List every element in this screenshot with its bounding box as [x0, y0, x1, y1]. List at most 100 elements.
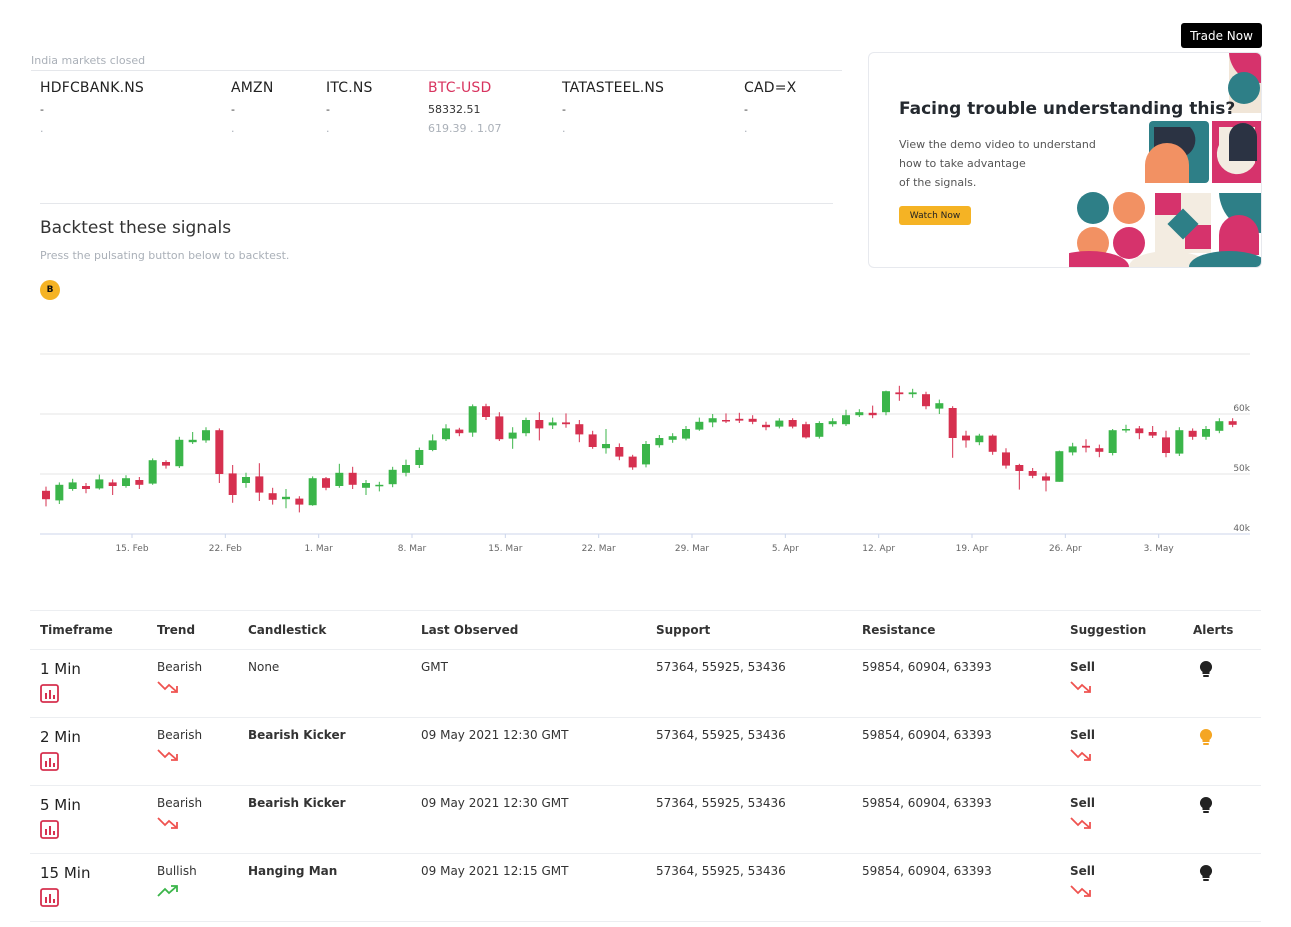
- candle-body: [1135, 428, 1144, 434]
- ticker-tatasteel[interactable]: TATASTEEL.NS - .: [562, 80, 664, 135]
- candle-body: [162, 462, 170, 466]
- alert-bulb-icon[interactable]: [1199, 864, 1213, 882]
- cell-alerts: [1183, 785, 1261, 854]
- resistance-label: 59854, 60904, 63393: [862, 660, 992, 674]
- candle-body: [668, 436, 677, 440]
- cell-alerts: [1183, 649, 1261, 718]
- cell-suggestion: Sell: [1060, 785, 1183, 854]
- ticker-cad[interactable]: CAD=X - .: [744, 80, 796, 135]
- table-header-row: Timeframe Trend Candlestick Last Observe…: [30, 610, 1261, 650]
- candle-body: [268, 493, 277, 500]
- ticker-change: 619.39 . 1.07: [428, 122, 502, 135]
- candlestick-chart[interactable]: 40k 50k 60k 15. Feb 22. Feb 1. Mar 8. Mar 15. M…: [0, 340, 1291, 565]
- chart-icon[interactable]: [40, 888, 59, 907]
- candle-body: [1188, 430, 1197, 437]
- trend-label: Bearish: [157, 796, 203, 810]
- chart-icon[interactable]: [40, 820, 59, 839]
- candle-body: [1015, 465, 1024, 471]
- candle-body: [1228, 421, 1237, 425]
- cell-alerts: [1183, 717, 1261, 786]
- candle-body: [428, 440, 437, 450]
- backtest-title: Backtest these signals: [40, 218, 232, 238]
- candle-body: [868, 412, 877, 416]
- cell-resistance: 59854, 60904, 63393: [852, 785, 1060, 854]
- candle-body: [1175, 430, 1184, 454]
- x-tick-label: 15. Mar: [488, 544, 522, 554]
- ticker-symbol[interactable]: ITC.NS: [326, 80, 373, 96]
- candle-body: [922, 394, 930, 407]
- y-tick-label: 40k: [1233, 524, 1250, 534]
- x-tick-label: 8. Mar: [398, 544, 427, 554]
- candle-body: [695, 421, 704, 430]
- alert-bulb-icon[interactable]: [1199, 728, 1213, 746]
- cell-suggestion: Sell: [1060, 853, 1183, 922]
- candle-body: [802, 424, 810, 438]
- cell-resistance: 59854, 60904, 63393: [852, 649, 1060, 718]
- signals-table: Timeframe Trend Candlestick Last Observe…: [30, 610, 1261, 922]
- candle-body: [655, 438, 664, 446]
- resistance-label: 59854, 60904, 63393: [862, 728, 992, 742]
- candle-body: [748, 418, 757, 422]
- watch-now-button[interactable]: Watch Now: [899, 206, 971, 225]
- chart-icon[interactable]: [40, 752, 59, 771]
- candle-body: [188, 439, 197, 443]
- resistance-label: 59854, 60904, 63393: [862, 796, 992, 810]
- ticker-change: .: [562, 122, 566, 135]
- trend-down-icon: [1070, 885, 1091, 897]
- candle-body: [335, 472, 344, 486]
- candle-body: [295, 498, 304, 505]
- candle-body: [122, 478, 130, 486]
- trade-now-button[interactable]: Trade Now: [1181, 23, 1262, 48]
- candle-body: [842, 415, 850, 425]
- candle-body: [82, 486, 90, 489]
- ticker-itc[interactable]: ITC.NS - .: [326, 80, 373, 135]
- candle-body: [1082, 445, 1090, 448]
- cell-candlestick: Bearish Kicker: [238, 785, 411, 854]
- cell-last-observed: 09 May 2021 12:30 GMT: [411, 785, 646, 854]
- candle-body: [642, 444, 650, 465]
- timeframe-label: 2 Min: [40, 728, 81, 746]
- timeframe-label: 15 Min: [40, 864, 91, 882]
- ticker-symbol[interactable]: CAD=X: [744, 80, 796, 96]
- support-label: 57364, 55925, 53436: [656, 864, 786, 878]
- candle-body: [202, 430, 210, 441]
- backtest-button[interactable]: B: [40, 280, 60, 300]
- candle-body: [522, 420, 530, 434]
- ticker-price: -: [562, 103, 566, 116]
- candle-body: [108, 482, 117, 486]
- y-tick-label: 50k: [1233, 464, 1250, 474]
- cell-resistance: 59854, 60904, 63393: [852, 717, 1060, 786]
- alert-bulb-icon[interactable]: [1199, 660, 1213, 678]
- chart-icon[interactable]: [40, 684, 59, 703]
- col-resistance: Resistance: [852, 610, 1060, 650]
- x-tick-label: 1. Mar: [304, 544, 333, 554]
- y-tick-label: 60k: [1233, 404, 1250, 414]
- trend-down-icon: [1070, 681, 1091, 693]
- ticker-price: -: [744, 103, 748, 116]
- x-tick-label: 29. Mar: [675, 544, 709, 554]
- ticker-symbol[interactable]: AMZN: [231, 80, 274, 96]
- timeframe-label: 1 Min: [40, 660, 81, 678]
- ticker-symbol[interactable]: BTC-USD: [428, 80, 501, 96]
- ticker-btc-usd[interactable]: BTC-USD 58332.51 619.39 . 1.07: [428, 80, 501, 135]
- table-row: 15 Min Bullish Hanging Man 09 May 2021 12:1…: [30, 853, 1261, 922]
- promo-desc-line: View the demo video to understand: [899, 138, 1096, 151]
- ticker-change: .: [326, 122, 330, 135]
- divider: [31, 70, 842, 71]
- ticker-amzn[interactable]: AMZN - .: [231, 80, 274, 135]
- cell-timeframe: 1 Min: [30, 649, 147, 718]
- ticker-symbol[interactable]: HDFCBANK.NS: [40, 80, 144, 96]
- backtest-subtitle: Press the pulsating button below to back…: [40, 249, 290, 262]
- candle-body: [1202, 429, 1210, 437]
- alert-bulb-icon[interactable]: [1199, 796, 1213, 814]
- ticker-hdfcbank[interactable]: HDFCBANK.NS - .: [40, 80, 144, 135]
- candle-body: [42, 490, 50, 500]
- candle-body: [575, 424, 584, 435]
- cell-timeframe: 2 Min: [30, 717, 147, 786]
- candle-body: [975, 435, 984, 443]
- candle-body: [95, 479, 104, 489]
- candle-body: [935, 403, 944, 409]
- candle-body: [1108, 430, 1117, 453]
- col-support: Support: [646, 610, 852, 650]
- ticker-symbol[interactable]: TATASTEEL.NS: [562, 80, 664, 96]
